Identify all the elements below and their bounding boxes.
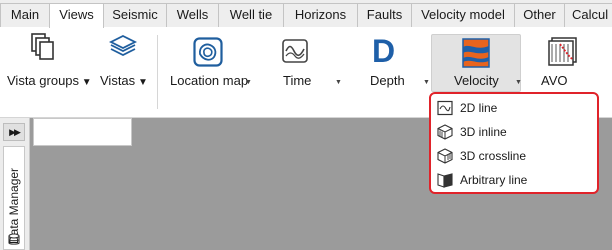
vistas-icon xyxy=(108,34,138,57)
menu-item-label: Arbitrary line xyxy=(460,173,528,187)
vistas-label: Vistas xyxy=(100,73,148,88)
cube-inline-icon xyxy=(437,124,453,140)
tab-main[interactable]: Main xyxy=(0,3,50,27)
time-section-icon xyxy=(282,39,308,63)
tab-calculations[interactable]: Calcul xyxy=(564,3,612,27)
expand-panel-button[interactable]: ▶▶ xyxy=(3,123,25,141)
arbitrary-line-icon xyxy=(437,173,453,188)
time-dropdown-icon[interactable]: ▼ xyxy=(335,79,342,86)
depth-icon: D xyxy=(372,33,396,69)
time-view-button[interactable]: Time ▼ xyxy=(262,27,344,117)
vista-groups-button[interactable]: Vista groups xyxy=(4,27,92,117)
velocity-view-button[interactable]: Velocity ▼ xyxy=(431,34,522,92)
vista-groups-icon xyxy=(31,33,54,60)
velocity-icon xyxy=(462,38,490,68)
menu-item-label: 3D inline xyxy=(460,125,507,139)
data-manager-label: Data Manager xyxy=(7,167,21,244)
vista-groups-label: Vista groups xyxy=(7,73,92,88)
tab-other[interactable]: Other xyxy=(514,3,565,27)
line-2d-icon xyxy=(437,100,453,116)
cube-crossline-icon xyxy=(437,148,453,164)
velocity-dropdown-icon[interactable]: ▼ xyxy=(515,79,522,86)
menu-item-3d-inline[interactable]: 3D inline xyxy=(435,120,595,144)
avo-icon xyxy=(548,37,577,66)
tab-horizons[interactable]: Horizons xyxy=(283,3,358,27)
time-label: Time xyxy=(283,73,312,88)
depth-view-button[interactable]: D Depth ▼ xyxy=(356,27,430,117)
velocity-dropdown-menu: 2D line 3D inline 3D crossline Arbitrary… xyxy=(429,92,599,194)
menu-item-label: 3D crossline xyxy=(460,149,527,163)
double-chevron-right-icon: ▶▶ xyxy=(9,127,21,137)
document-tab[interactable] xyxy=(33,118,132,146)
depth-label: Depth xyxy=(370,73,405,88)
tab-faults[interactable]: Faults xyxy=(357,3,412,27)
avo-label: AVO xyxy=(541,73,568,88)
menu-item-arbitrary-line[interactable]: Arbitrary line xyxy=(435,168,595,192)
location-map-label: Location map xyxy=(170,73,249,88)
tab-velocity-model[interactable]: Velocity model xyxy=(411,3,515,27)
tab-views[interactable]: Views xyxy=(49,3,104,28)
tab-seismic[interactable]: Seismic xyxy=(103,3,167,27)
tab-wells[interactable]: Wells xyxy=(166,3,219,27)
tab-well-tie[interactable]: Well tie xyxy=(218,3,284,27)
ribbon-separator xyxy=(157,35,158,109)
depth-dropdown-icon[interactable]: ▼ xyxy=(423,79,430,86)
menu-item-label: 2D line xyxy=(460,101,498,115)
database-icon xyxy=(8,233,20,245)
side-panel: ▶▶ Data Manager xyxy=(0,118,30,250)
ribbon-tab-strip: Main Views Seismic Wells Well tie Horizo… xyxy=(0,0,612,28)
data-manager-tab[interactable]: Data Manager xyxy=(3,146,25,250)
location-map-icon xyxy=(193,37,223,67)
velocity-label: Velocity xyxy=(454,73,499,88)
menu-item-3d-crossline[interactable]: 3D crossline xyxy=(435,144,595,168)
vistas-button[interactable]: Vistas xyxy=(96,27,152,117)
location-map-button[interactable]: Location map ▼ xyxy=(165,27,252,117)
menu-item-2d-line[interactable]: 2D line xyxy=(435,96,595,120)
location-map-dropdown-icon[interactable]: ▼ xyxy=(245,79,252,86)
